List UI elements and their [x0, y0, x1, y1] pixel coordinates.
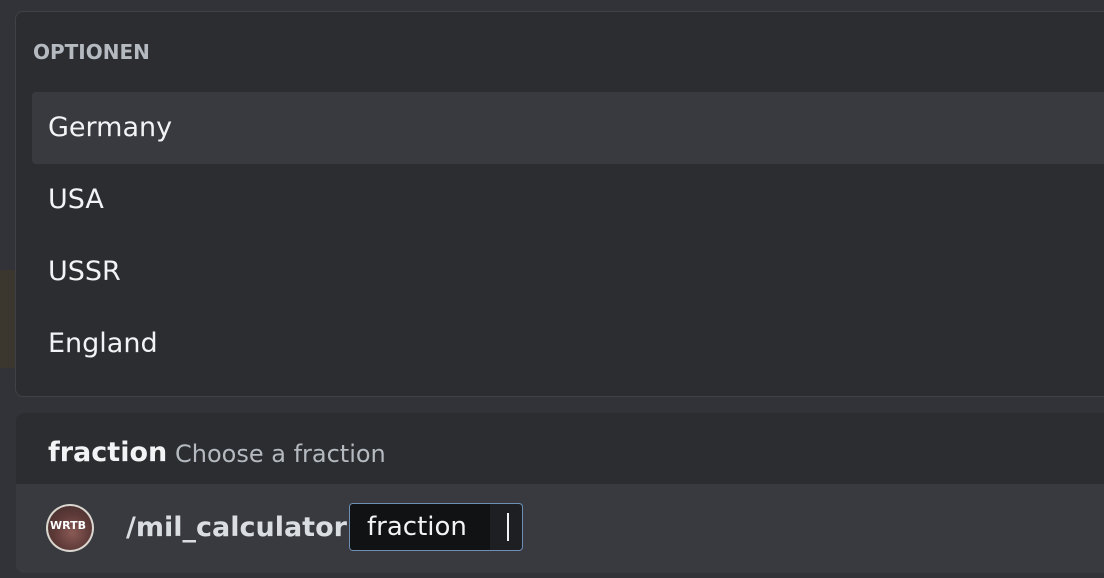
text-cursor: [507, 513, 509, 541]
message-composer: fraction Choose a fraction WRTB /mil_cal…: [16, 413, 1104, 573]
parameter-hint-bar: fraction Choose a fraction: [16, 413, 1104, 484]
option-england[interactable]: England: [32, 308, 1104, 380]
parameter-chip-label: fraction: [350, 504, 490, 550]
option-usa[interactable]: USA: [32, 164, 1104, 236]
parameter-description: Choose a fraction: [175, 440, 386, 468]
avatar-logo-text: WRTB: [50, 519, 86, 532]
option-germany[interactable]: Germany: [32, 92, 1104, 164]
background-message-highlight: [0, 270, 16, 368]
slash-command-name: /mil_calculator: [126, 512, 347, 543]
option-ussr[interactable]: USSR: [32, 236, 1104, 308]
parameter-input-chip[interactable]: fraction: [349, 503, 523, 551]
bot-avatar: WRTB: [46, 504, 94, 552]
parameter-name: fraction: [48, 437, 168, 468]
autocomplete-options-popup: OPTIONEN Germany USA USSR England: [15, 11, 1104, 397]
options-header: OPTIONEN: [33, 40, 150, 64]
discord-chat-view: OPTIONEN Germany USA USSR England fracti…: [0, 0, 1104, 578]
